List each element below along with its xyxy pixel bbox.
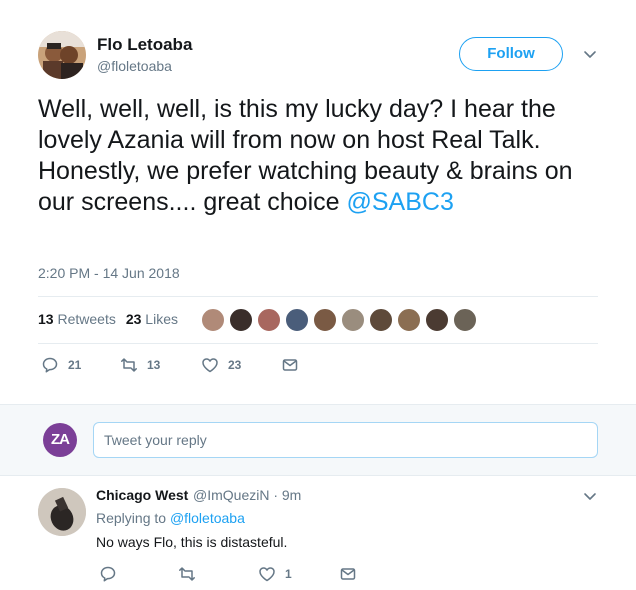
tweet-text-body: Well, well, well, is this my lucky day? … [38,95,573,216]
liker-avatar[interactable] [312,307,338,333]
liker-avatar[interactable] [256,307,282,333]
like-action[interactable]: 23 [201,356,241,374]
reply-icon [100,566,116,582]
retweets-stat[interactable]: 13 Retweets [38,311,116,327]
message-icon [340,568,356,580]
retweet-icon [179,567,195,581]
reply-count: 21 [68,358,82,372]
liker-avatar[interactable] [368,307,394,333]
reply-tweet: Chicago West @ImQueziN · 9m Replying to … [0,476,636,590]
liker-avatar[interactable] [396,307,422,333]
user-handle[interactable]: @floletoaba [97,58,172,74]
mention-link[interactable]: @SABC3 [346,188,453,216]
liker-avatar[interactable] [340,307,366,333]
tweet-text: Well, well, well, is this my lucky day? … [38,94,608,218]
heart-icon [202,358,218,373]
reply-user-handle[interactable]: @ImQueziN · 9m [193,487,301,503]
divider [38,343,598,344]
like-count: 23 [228,358,242,372]
liker-avatar[interactable] [284,307,310,333]
retweet-icon [121,358,137,372]
engagement-stats: 13 Retweets 23 Likes [38,311,178,327]
current-user-avatar[interactable]: ZA [43,423,77,457]
reply-input[interactable]: Tweet your reply [93,422,598,458]
reply-compose-bar: ZA Tweet your reply [0,404,636,476]
like-action[interactable]: 1 [258,565,292,583]
replying-to-link[interactable]: @floletoaba [170,510,245,526]
reply-user-name[interactable]: Chicago West [96,487,188,503]
user-name[interactable]: Flo Letoaba [97,35,192,55]
retweet-action[interactable] [178,565,205,583]
follow-button[interactable]: Follow [459,37,563,71]
divider [38,296,598,297]
tweet: Flo Letoaba @floletoaba Follow Well, wel… [0,0,636,404]
like-count: 1 [285,567,292,581]
liker-avatar[interactable] [452,307,478,333]
reply-text: No ways Flo, this is distasteful. [96,534,288,550]
message-action[interactable] [281,356,308,374]
message-action[interactable] [339,565,366,583]
avatar[interactable] [38,488,86,536]
replying-to: Replying to @floletoaba [96,510,245,526]
retweet-count: 13 [147,358,161,372]
retweet-action[interactable]: 13 [120,356,160,374]
chevron-down-icon[interactable] [582,488,598,504]
avatar[interactable] [38,31,86,79]
chevron-down-icon[interactable] [582,46,598,62]
heart-icon [259,567,275,582]
reply-icon [42,357,58,373]
tweet-timestamp[interactable]: 2:20 PM - 14 Jun 2018 [38,265,180,281]
reply-action[interactable]: 21 [41,356,81,374]
message-icon [282,359,298,371]
liker-avatar[interactable] [424,307,450,333]
liker-avatar[interactable] [228,307,254,333]
liker-avatar[interactable] [200,307,226,333]
reply-action[interactable] [99,565,126,583]
likes-stat[interactable]: 23 Likes [126,311,178,327]
